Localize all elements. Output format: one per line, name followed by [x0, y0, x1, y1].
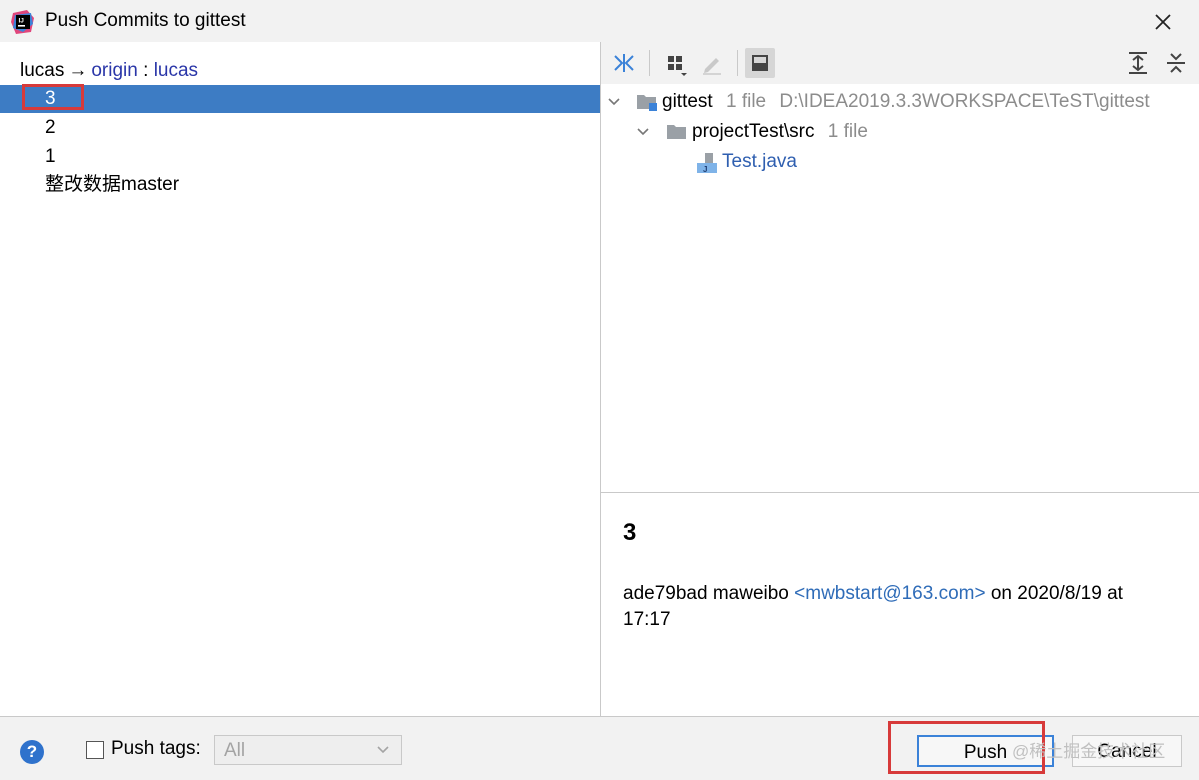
tree-file-row[interactable]: Test.java [722, 148, 797, 176]
java-file-icon: J [697, 153, 717, 174]
preview-icon[interactable] [745, 48, 775, 78]
branch-separator: : [143, 60, 149, 81]
window-title: Push Commits to gittest [45, 10, 246, 31]
root-name: gittest [662, 91, 713, 112]
folder-file-count: 1 file [827, 121, 868, 142]
svg-text:IJ: IJ [19, 18, 25, 25]
watermark: @稀土掘金技术社区 [1012, 742, 1166, 761]
commit-row[interactable]: 2 [0, 114, 600, 142]
commit-subject: 3 [623, 519, 637, 546]
commit-row[interactable]: 整改数据master [0, 171, 600, 199]
collapse-icon[interactable] [609, 48, 639, 78]
commit-hash: ade79bad [623, 583, 708, 604]
remote-name-link[interactable]: origin [91, 60, 137, 81]
dialog-footer: ? Push tags: All Push Cancel @稀土掘金技术社区 [0, 716, 1199, 780]
local-branch: lucas [20, 60, 65, 81]
commits-pane: lucas → origin : lucas 3 2 1 整改数据master [0, 42, 601, 716]
highlight-annotation-box [22, 84, 84, 110]
collapse-all-icon[interactable] [1161, 48, 1191, 78]
author-email-link[interactable]: <mwbstart@163.com> [794, 583, 985, 604]
push-tags-checkbox[interactable] [86, 741, 104, 759]
tree-folder-row[interactable]: projectTest\src 1 file [692, 118, 868, 146]
root-file-count: 1 file [725, 91, 767, 112]
commit-message: 1 [45, 146, 56, 167]
toolbar-separator [649, 50, 650, 76]
commit-on: on [990, 583, 1012, 604]
folder-name: projectTest\src [692, 121, 815, 142]
branch-mapping: lucas → origin : lucas [20, 60, 198, 82]
commit-meta: ade79bad maweibo <mwbstart@163.com> on 2… [623, 581, 1173, 633]
tags-select[interactable]: All [214, 735, 402, 765]
svg-text:J: J [703, 165, 707, 174]
changes-pane: gittest 1 file D:\IDEA2019.3.3WORKSPACE\… [601, 42, 1199, 717]
close-icon[interactable] [1150, 9, 1176, 35]
expand-all-icon[interactable] [1123, 48, 1153, 78]
root-path: D:\IDEA2019.3.3WORKSPACE\TeST\gittest [779, 91, 1150, 112]
folder-icon [667, 125, 686, 139]
title-bar: IJ Push Commits to gittest [0, 0, 1199, 42]
file-name: Test.java [722, 151, 797, 172]
repository-folder-icon [637, 95, 657, 111]
intellij-app-icon: IJ [11, 10, 34, 34]
help-button[interactable]: ? [20, 740, 44, 764]
arrow-icon: → [68, 60, 88, 81]
commit-author: maweibo [712, 583, 789, 604]
commit-message: 2 [45, 117, 56, 138]
changes-toolbar [601, 42, 1199, 84]
chevron-down-icon[interactable] [606, 94, 622, 110]
remote-branch-link[interactable]: lucas [154, 60, 198, 81]
tree-root-row[interactable]: gittest 1 file D:\IDEA2019.3.3WORKSPACE\… [662, 88, 1150, 116]
group-by-icon[interactable] [661, 48, 691, 78]
chevron-down-icon [377, 746, 389, 754]
commit-details-pane: 3 ade79bad maweibo <mwbstart@163.com> on… [601, 492, 1199, 717]
commit-row[interactable]: 3 [0, 85, 600, 113]
push-tags-label: Push tags: [111, 738, 201, 759]
edit-icon[interactable] [697, 48, 727, 78]
commit-row[interactable]: 1 [0, 143, 600, 171]
tags-select-value: All [224, 740, 246, 761]
chevron-down-icon[interactable] [635, 124, 651, 140]
toolbar-separator [737, 50, 738, 76]
commit-message: 整改数据master [45, 174, 180, 195]
